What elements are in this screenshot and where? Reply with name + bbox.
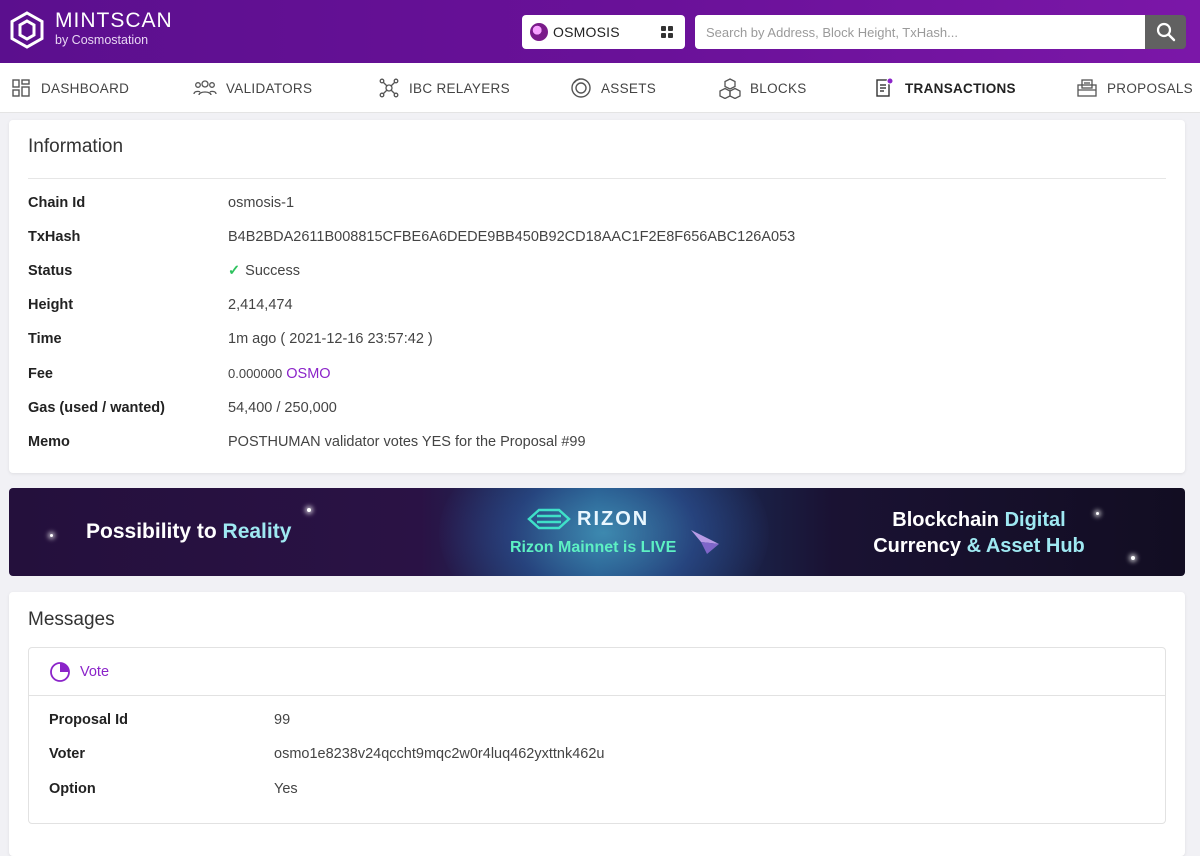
banner-left-text: Possibility to Reality xyxy=(86,520,291,544)
fee-amount: 0.000000 xyxy=(228,366,283,381)
fee-denom: OSMO xyxy=(286,366,331,382)
main-nav: DASHBOARD VALIDATORS IBC RELAYERS ASSETS xyxy=(0,63,1200,113)
message-header: Vote xyxy=(29,648,1165,696)
nav-transactions[interactable]: TRANSACTIONS xyxy=(874,63,1016,113)
banner-right-line-1a: Blockchain xyxy=(892,509,1005,531)
information-card: Information Chain Id osmosis-1 TxHash B4… xyxy=(9,120,1185,473)
proposal-id-label: Proposal Id xyxy=(49,712,128,728)
brand[interactable]: MINTSCAN by Cosmostation xyxy=(55,9,173,47)
dashboard-icon xyxy=(10,77,32,99)
fee-label: Fee xyxy=(28,366,53,382)
grid-menu-icon[interactable] xyxy=(661,26,673,38)
assets-icon xyxy=(570,77,592,99)
nav-label: DASHBOARD xyxy=(41,80,130,96)
information-title: Information xyxy=(28,136,124,157)
rizon-name: RIZON xyxy=(577,508,650,530)
banner-right-line-2: Currency & Asset Hub xyxy=(869,533,1089,559)
option-label: Option xyxy=(49,781,96,797)
chain-selector[interactable]: OSMOSIS xyxy=(522,15,685,49)
proposal-id-value: 99 xyxy=(274,712,291,728)
status-value: ✓ Success xyxy=(228,263,300,279)
brand-subtitle: by Cosmostation xyxy=(55,33,149,47)
star-decoration xyxy=(1131,556,1135,560)
banner-right-line-1: Blockchain Digital xyxy=(869,507,1089,533)
search-icon xyxy=(1156,22,1175,42)
memo-label: Memo xyxy=(28,434,70,450)
txhash-label: TxHash xyxy=(28,229,81,245)
osmosis-logo-icon xyxy=(530,23,548,41)
banner-right-line-2b: & Asset Hub xyxy=(966,535,1085,557)
star-decoration xyxy=(50,534,53,537)
chain-id-value: osmosis-1 xyxy=(228,195,295,211)
search-button[interactable] xyxy=(1145,15,1186,49)
gas-label: Gas (used / wanted) xyxy=(28,400,165,416)
memo-value: POSTHUMAN validator votes YES for the Pr… xyxy=(228,434,586,450)
nav-label: ASSETS xyxy=(601,80,657,96)
rizon-subtitle: Rizon Mainnet is LIVE xyxy=(510,539,677,556)
txhash-value: B4B2BDA2611B008815CFBE6A6DEDE9BB450B92CD… xyxy=(228,229,796,245)
rizon-ad-banner[interactable]: Possibility to Reality RIZON Rizon Mainn… xyxy=(9,488,1185,576)
time-value: 1m ago ( 2021-12-16 23:57:42 ) xyxy=(228,331,433,347)
ibc-relayers-icon xyxy=(378,77,400,99)
vote-icon xyxy=(50,662,70,682)
top-header: MINTSCAN by Cosmostation OSMOSIS xyxy=(0,0,1200,63)
fee-value: 0.000000 OSMO xyxy=(228,366,331,382)
nav-label: TRANSACTIONS xyxy=(905,80,1016,96)
nav-label: PROPOSALS xyxy=(1107,80,1193,96)
height-label: Height xyxy=(28,297,74,313)
banner-right-line-1b: Digital xyxy=(1004,509,1066,531)
messages-title: Messages xyxy=(28,609,115,630)
mintscan-logo-icon[interactable] xyxy=(8,11,46,49)
voter-label: Voter xyxy=(49,746,85,762)
rizon-logo-icon xyxy=(527,508,571,530)
brand-name: MINTSCAN xyxy=(55,9,173,32)
nav-label: VALIDATORS xyxy=(226,80,313,96)
messages-card: Messages Vote Proposal Id 99 Voter osmo1… xyxy=(9,592,1185,856)
nav-label: IBC RELAYERS xyxy=(409,80,510,96)
banner-right-line-2a: Currency xyxy=(873,535,967,557)
transactions-icon xyxy=(874,77,896,99)
star-decoration xyxy=(307,508,311,512)
proposals-icon xyxy=(1076,77,1098,99)
chain-name: OSMOSIS xyxy=(553,24,620,40)
star-decoration xyxy=(1096,512,1099,515)
nav-ibc-relayers[interactable]: IBC RELAYERS xyxy=(378,63,510,113)
nav-label: BLOCKS xyxy=(750,80,807,96)
divider xyxy=(28,178,1166,179)
nav-dashboard[interactable]: DASHBOARD xyxy=(10,63,129,113)
blocks-icon xyxy=(719,77,741,99)
status-text: Success xyxy=(245,263,300,279)
banner-left-text-2: Reality xyxy=(222,520,292,543)
banner-left-text-1: Possibility to xyxy=(86,520,223,543)
status-label: Status xyxy=(28,263,73,279)
check-icon: ✓ xyxy=(228,263,241,279)
message-item: Vote Proposal Id 99 Voter osmo1e8238v24q… xyxy=(28,647,1166,824)
banner-right-text: Blockchain Digital Currency & Asset Hub xyxy=(869,507,1089,559)
nav-blocks[interactable]: BLOCKS xyxy=(719,63,807,113)
height-link[interactable]: 2,414,474 xyxy=(228,297,293,313)
validators-icon xyxy=(193,77,217,99)
search-input[interactable] xyxy=(695,15,1145,49)
rocket-icon xyxy=(691,530,719,554)
chain-id-label: Chain Id xyxy=(28,195,86,211)
nav-validators[interactable]: VALIDATORS xyxy=(193,63,312,113)
gas-value: 54,400 / 250,000 xyxy=(228,400,337,416)
voter-address-link[interactable]: osmo1e8238v24qccht9mqc2w0r4luq462yxttnk4… xyxy=(274,746,605,762)
nav-proposals[interactable]: PROPOSALS xyxy=(1076,63,1193,113)
message-type: Vote xyxy=(80,664,110,680)
nav-assets[interactable]: ASSETS xyxy=(570,63,656,113)
time-label: Time xyxy=(28,331,62,347)
option-value: Yes xyxy=(274,781,298,797)
